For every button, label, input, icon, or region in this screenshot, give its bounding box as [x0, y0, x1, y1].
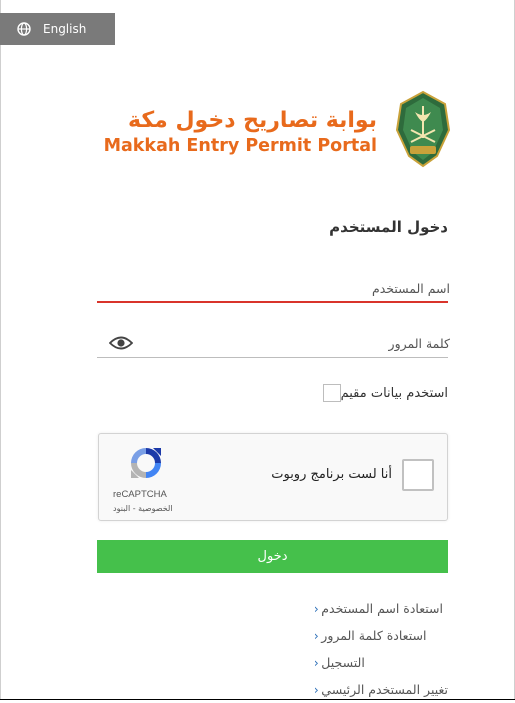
password-field-wrapper: [97, 330, 452, 358]
link-label: استعادة اسم المستخدم: [321, 601, 443, 616]
chevron-left-icon: ‹: [313, 601, 319, 616]
resident-option: استخدم بيانات مقيم: [315, 384, 448, 402]
login-form-title: دخول المستخدم: [329, 218, 448, 236]
recaptcha-widget: أنا لست برنامج روبوت reCAPTCHA الخصوصية …: [98, 433, 448, 521]
account-links: ‹ استعادة اسم المستخدم ‹ استعادة كلمة ال…: [303, 595, 448, 703]
login-button[interactable]: دخول: [97, 540, 448, 573]
resident-label: استخدم بيانات مقيم: [340, 385, 448, 401]
link-label: تغيير المستخدم الرئيسي: [321, 682, 448, 697]
recaptcha-checkbox[interactable]: [402, 459, 434, 491]
recaptcha-brand: reCAPTCHA: [113, 489, 167, 500]
recaptcha-logo-icon: [131, 448, 161, 478]
username-field-wrapper: [97, 275, 452, 303]
chevron-left-icon: ‹: [313, 655, 319, 670]
portal-title-english: Makkah Entry Permit Portal: [103, 136, 377, 156]
portal-header: بوابة تصاريح دخول مكة Makkah Entry Permi…: [93, 90, 453, 170]
register-link[interactable]: ‹ التسجيل: [303, 649, 448, 676]
language-label: English: [43, 22, 87, 36]
passports-emblem-logo: [395, 90, 451, 168]
link-label: استعادة كلمة المرور: [321, 628, 427, 643]
eye-icon[interactable]: [108, 334, 134, 352]
portal-title-arabic: بوابة تصاريح دخول مكة: [128, 108, 377, 133]
recover-username-link[interactable]: ‹ استعادة اسم المستخدم: [303, 595, 448, 622]
resident-checkbox[interactable]: [322, 384, 341, 402]
recover-password-link[interactable]: ‹ استعادة كلمة المرور: [303, 622, 448, 649]
chevron-left-icon: ‹: [313, 628, 319, 643]
chevron-left-icon: ‹: [313, 682, 319, 697]
recaptcha-label: أنا لست برنامج روبوت: [271, 467, 392, 482]
language-switch-button[interactable]: English: [0, 13, 115, 45]
username-input[interactable]: [97, 275, 452, 301]
globe-icon: [17, 22, 31, 36]
password-input[interactable]: [97, 330, 452, 357]
recaptcha-privacy-terms-links[interactable]: الخصوصية - البنود: [113, 504, 173, 513]
left-border: [0, 0, 1, 700]
link-label: التسجيل: [321, 655, 365, 670]
